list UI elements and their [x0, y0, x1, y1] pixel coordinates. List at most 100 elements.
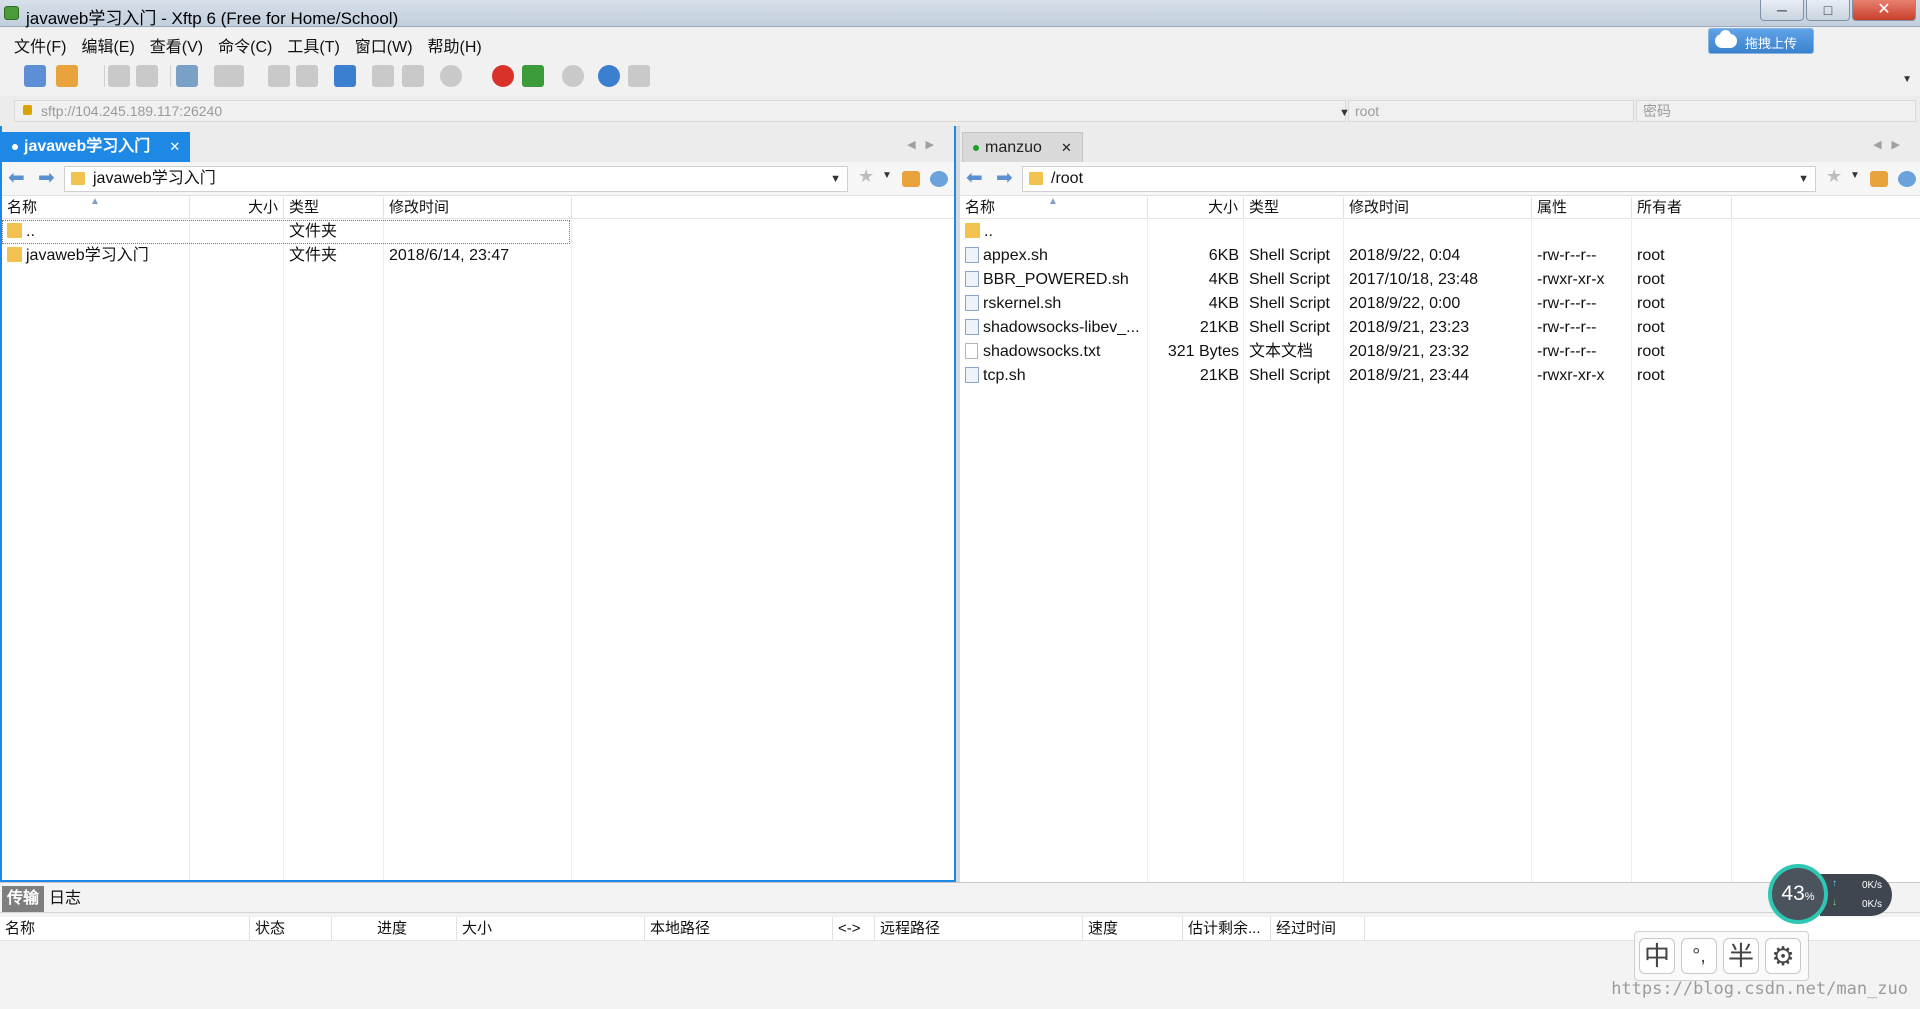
username-input[interactable]: root [1348, 100, 1634, 122]
favorite-icon[interactable]: ★ [1826, 166, 1842, 187]
col-type[interactable]: 类型 [284, 197, 384, 219]
toolbar-overflow-icon[interactable]: ▼ [1902, 74, 1912, 85]
list-item[interactable]: tcp.sh 21KB Shell Script 2018/9/21, 23:4… [960, 364, 1920, 388]
connect-icon[interactable] [108, 65, 130, 87]
back-icon[interactable]: ⬅ [8, 168, 25, 188]
col-progress[interactable]: 进度 [332, 917, 457, 941]
col-attributes[interactable]: 属性 [1532, 197, 1632, 219]
col-modified[interactable]: 修改时间 [384, 197, 572, 219]
ime-settings-icon[interactable]: ⚙ [1765, 938, 1801, 974]
home-icon[interactable] [902, 171, 920, 187]
status-icon[interactable] [440, 65, 462, 87]
chat-icon[interactable] [628, 65, 650, 87]
minimize-button[interactable]: ─ [1760, 0, 1804, 21]
tab-scroll-icons[interactable]: ◀▶ [1873, 138, 1910, 151]
col-direction[interactable]: <-> [833, 917, 875, 941]
net-speed-widget[interactable]: ↑ 0K/s ↓ 0K/s 43% [1768, 864, 1892, 924]
open-folder-icon[interactable] [56, 65, 78, 87]
menu-command[interactable]: 命令(C) [218, 33, 272, 57]
disconnect-icon[interactable] [136, 65, 158, 87]
tab-scroll-icons[interactable]: ◀▶ [907, 138, 944, 151]
drag-upload-button[interactable]: 拖拽上传 [1708, 28, 1814, 54]
home-icon[interactable] [1870, 171, 1888, 187]
local-path-input[interactable]: javaweb学习入门 ▼ [64, 166, 848, 192]
xshell-icon[interactable] [492, 65, 514, 87]
col-size[interactable]: 大小 [1148, 197, 1244, 219]
ime-chinese-button[interactable]: 中 [1639, 938, 1675, 974]
refresh-icon[interactable] [1898, 171, 1916, 187]
refresh-icon[interactable] [930, 171, 948, 187]
folder-icon [965, 223, 980, 238]
col-name[interactable]: ▲ 名称 [2, 196, 190, 219]
drag-upload-label: 拖拽上传 [1745, 36, 1798, 51]
list-item[interactable]: shadowsocks-libev_... 21KB Shell Script … [960, 316, 1920, 340]
list-item[interactable]: .. 文件夹 [2, 220, 570, 244]
back-icon[interactable]: ⬅ [966, 168, 983, 188]
menu-help[interactable]: 帮助(H) [428, 33, 482, 57]
col-status[interactable]: 状态 [250, 917, 332, 941]
list-item[interactable]: javaweb学习入门 文件夹 2018/6/14, 23:47 [2, 244, 954, 268]
col-eta[interactable]: 估计剩余... [1183, 917, 1271, 941]
list-item[interactable]: shadowsocks.txt 321 Bytes 文本文档 2018/9/21… [960, 340, 1920, 364]
host-input[interactable]: sftp://104.245.189.117:26240 ▼ [14, 100, 1350, 122]
col-size[interactable]: 大小 [457, 917, 645, 941]
menu-file[interactable]: 文件(F) [14, 33, 66, 57]
list-item[interactable]: BBR_POWERED.sh 4KB Shell Script 2017/10/… [960, 268, 1920, 292]
toolbar-separator [170, 65, 171, 87]
tab-label: manzuo [985, 139, 1042, 156]
tab-remote[interactable]: manzuo ✕ [962, 132, 1083, 162]
favorite-dropdown-icon[interactable]: ▼ [1850, 170, 1860, 181]
list-item[interactable]: .. [960, 220, 1920, 244]
path-dropdown-icon[interactable]: ▼ [1798, 167, 1809, 191]
paste-icon[interactable] [296, 65, 318, 87]
tab-transfer[interactable]: 传输 [2, 886, 45, 912]
col-name[interactable]: ▲ 名称 [960, 196, 1148, 219]
script-file-icon [965, 271, 979, 287]
maximize-button[interactable]: □ [1806, 0, 1850, 21]
tab-local[interactable]: javaweb学习入门 ✕ [2, 132, 191, 162]
col-local-path[interactable]: 本地路径 [645, 917, 833, 941]
password-input[interactable]: 密码 [1636, 100, 1916, 122]
col-elapsed[interactable]: 经过时间 [1271, 917, 1365, 941]
folder-icon [1029, 172, 1043, 185]
script-file-icon [965, 295, 979, 311]
col-size[interactable]: 大小 [190, 197, 284, 219]
menu-view[interactable]: 查看(V) [150, 33, 203, 57]
favorite-dropdown-icon[interactable]: ▼ [882, 170, 892, 181]
column-divider [189, 220, 190, 880]
col-name[interactable]: 名称 [0, 917, 250, 941]
col-modified[interactable]: 修改时间 [1344, 197, 1532, 219]
list-item[interactable]: rskernel.sh 4KB Shell Script 2018/9/22, … [960, 292, 1920, 316]
close-tab-icon[interactable]: ✕ [169, 132, 180, 162]
queue-list-icon[interactable] [402, 65, 424, 87]
view-mode-icon[interactable] [214, 65, 244, 87]
help-icon[interactable] [598, 65, 620, 87]
close-tab-icon[interactable]: ✕ [1061, 133, 1072, 163]
local-list-header: ▲ 名称 大小 类型 修改时间 [2, 196, 954, 219]
xftp-icon[interactable] [522, 65, 544, 87]
col-speed[interactable]: 速度 [1083, 917, 1183, 941]
col-remote-path[interactable]: 远程路径 [875, 917, 1083, 941]
queue-icon[interactable] [372, 65, 394, 87]
list-item[interactable]: appex.sh 6KB Shell Script 2018/9/22, 0:0… [960, 244, 1920, 268]
ime-halfwidth-button[interactable]: 半 [1723, 938, 1759, 974]
copy-icon[interactable] [268, 65, 290, 87]
forward-icon[interactable]: ➡ [996, 168, 1013, 188]
path-dropdown-icon[interactable]: ▼ [830, 167, 841, 191]
ime-punctuation-button[interactable]: °, [1681, 938, 1717, 974]
new-tab-icon[interactable] [176, 65, 198, 87]
forward-icon[interactable]: ➡ [38, 168, 55, 188]
menu-tools[interactable]: 工具(T) [287, 33, 339, 57]
settings-icon[interactable] [562, 65, 584, 87]
close-button[interactable]: ✕ [1852, 0, 1916, 21]
menu-window[interactable]: 窗口(W) [355, 33, 413, 57]
col-type[interactable]: 类型 [1244, 197, 1344, 219]
col-owner[interactable]: 所有者 [1632, 197, 1732, 219]
favorite-icon[interactable]: ★ [858, 166, 874, 187]
remote-path-value: /root [1051, 170, 1084, 187]
new-session-icon[interactable] [24, 65, 46, 87]
menu-edit[interactable]: 编辑(E) [81, 33, 134, 57]
tab-log[interactable]: 日志 [44, 886, 86, 912]
transfer-icon[interactable] [334, 65, 356, 87]
remote-path-input[interactable]: /root ▼ [1022, 166, 1816, 192]
